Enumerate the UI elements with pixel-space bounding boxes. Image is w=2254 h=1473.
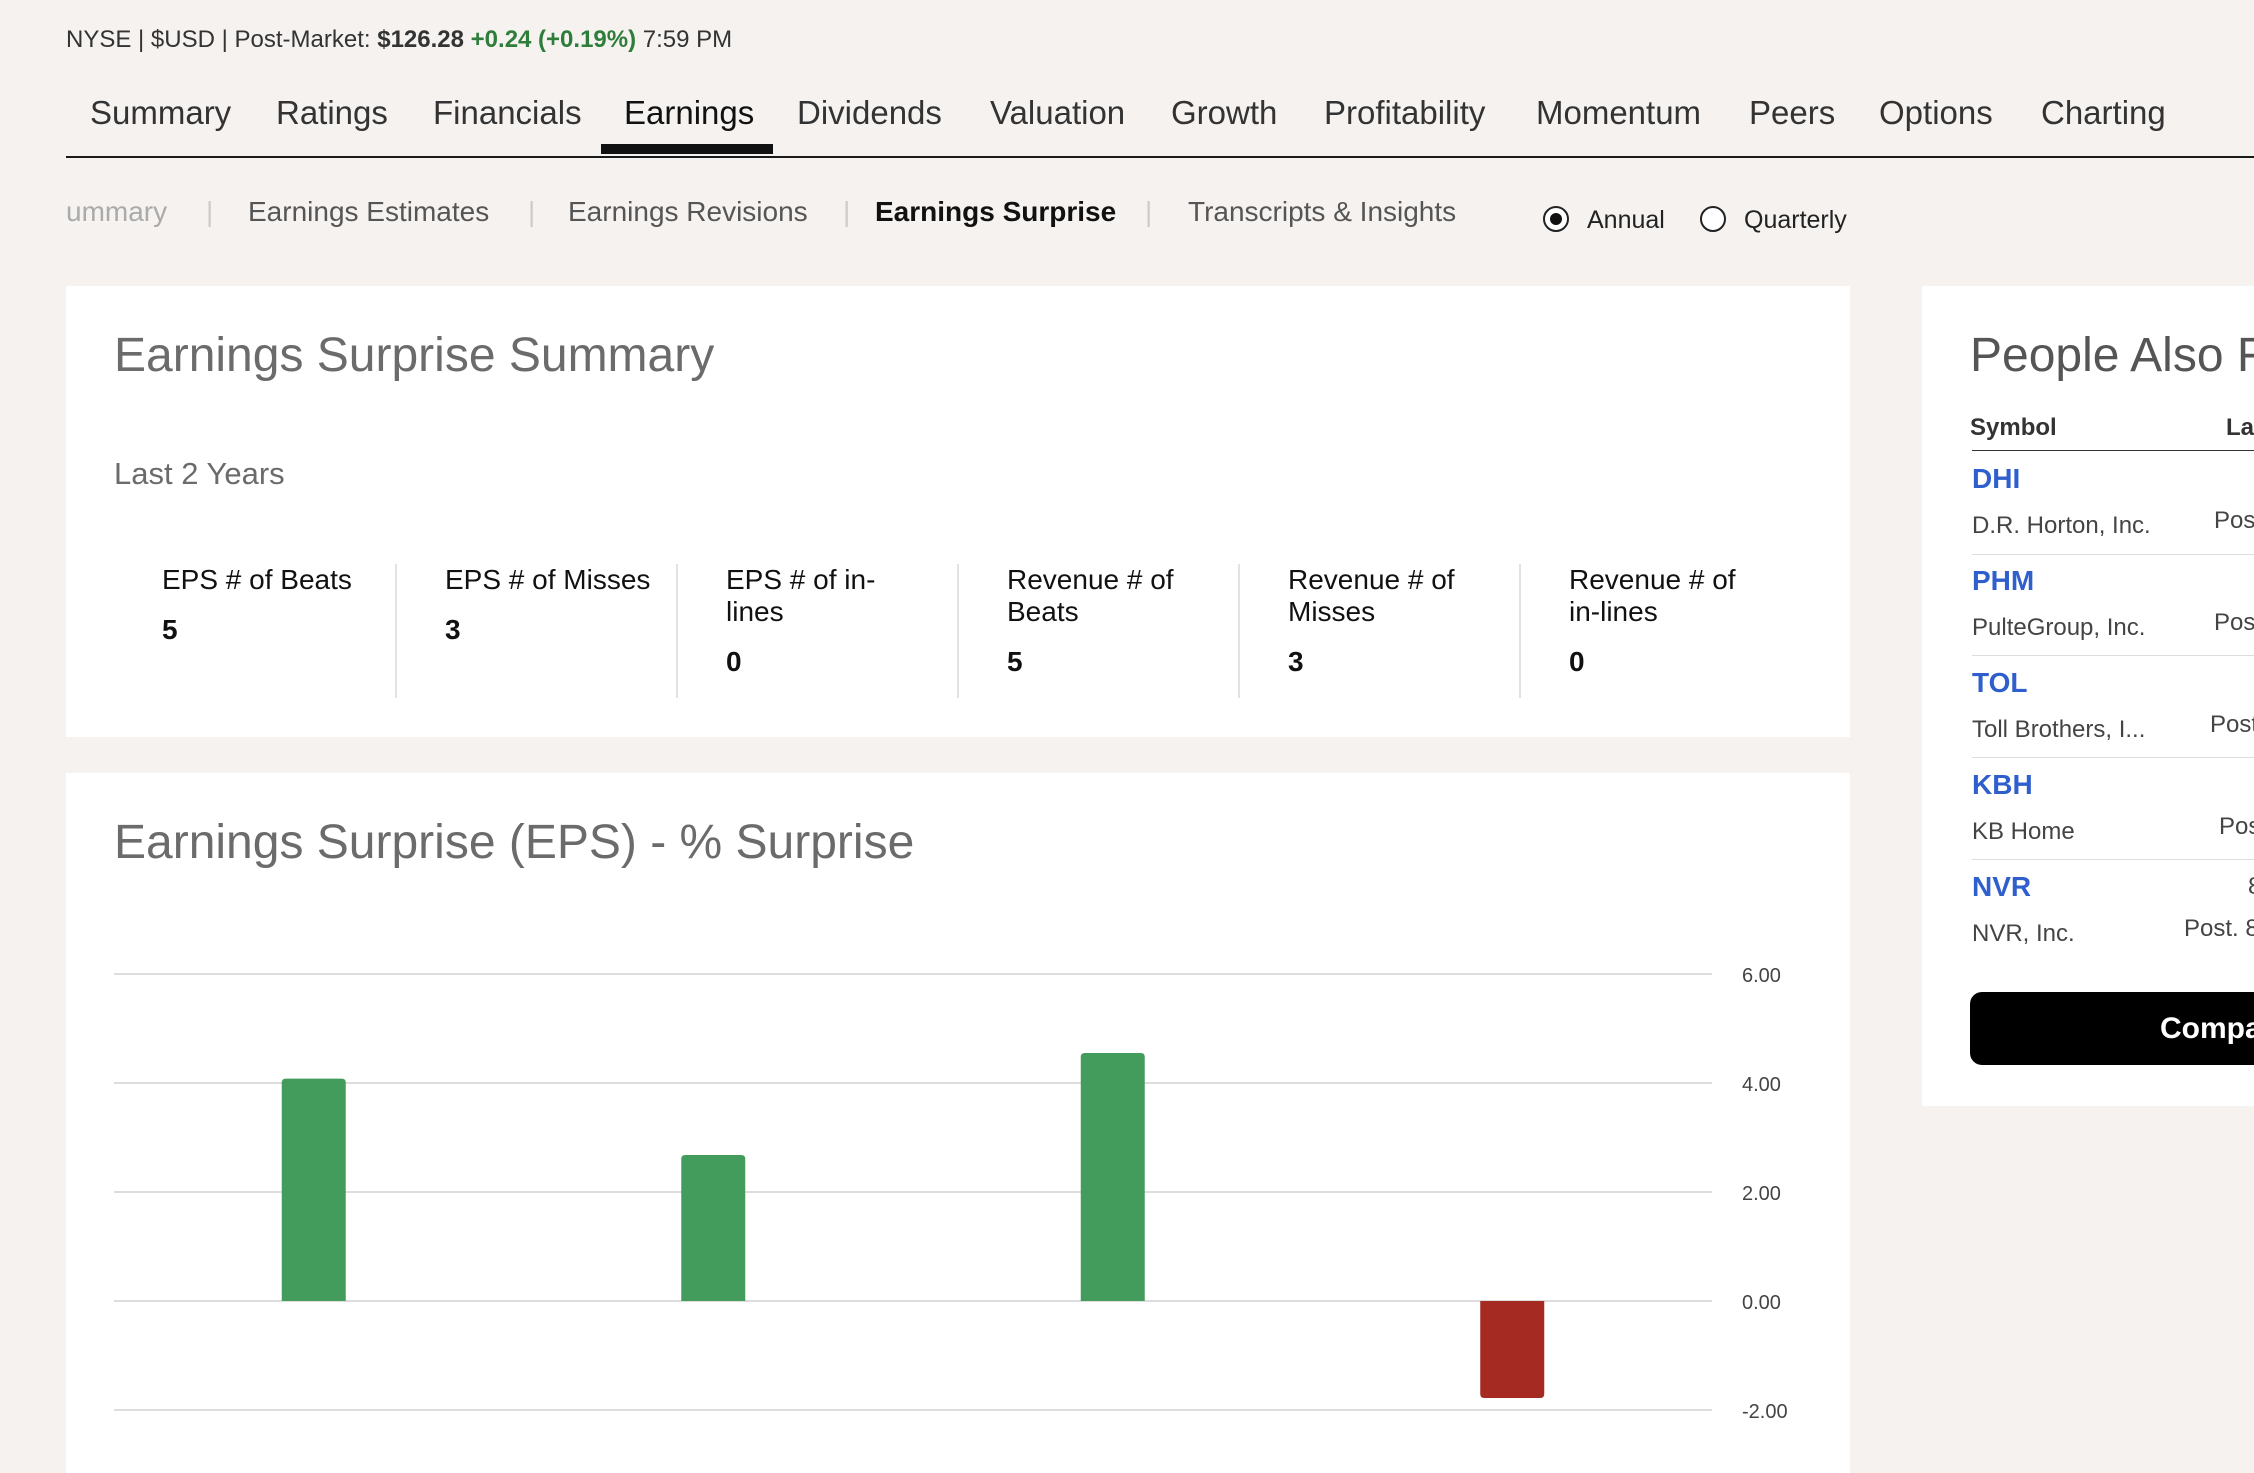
peer-company-name: KB Home	[1972, 818, 2075, 845]
chart-bar[interactable]	[681, 1154, 746, 1301]
peer-symbol-link[interactable]: TOL	[1972, 667, 2027, 699]
chart-bar[interactable]	[281, 1078, 346, 1301]
compare-button-label: Compa	[2160, 1012, 2254, 1045]
peers-col-last: La	[2226, 414, 2254, 441]
peer-company-name: D.R. Horton, Inc.	[1972, 512, 2151, 539]
peer-row-divider	[1972, 757, 2254, 758]
chart-bar[interactable]	[1080, 1053, 1145, 1301]
peer-post-market: Post	[2210, 711, 2254, 738]
tab-charting[interactable]: Charting	[2041, 94, 2166, 132]
peer-symbol-link[interactable]: PHM	[1972, 565, 2034, 597]
chart-bar[interactable]	[1480, 1301, 1545, 1399]
y-tick-label: 2.00	[1742, 1183, 1781, 1205]
peer-post-market: Pos	[2219, 813, 2254, 840]
peer-symbol-link[interactable]: NVR	[1972, 871, 2031, 903]
peer-symbol-link[interactable]: DHI	[1972, 463, 2020, 495]
peer-symbol-link[interactable]: KBH	[1972, 769, 2033, 801]
y-tick-label: -2.00	[1742, 1401, 1788, 1423]
peers-col-symbol: Symbol	[1970, 414, 2057, 441]
peers-panel-title: People Also Fo	[1970, 329, 2254, 382]
peer-company-name: NVR, Inc.	[1972, 920, 2075, 947]
compare-button[interactable]: Compa	[1970, 992, 2254, 1065]
peer-company-name: PulteGroup, Inc.	[1972, 614, 2146, 641]
peer-post-market: Pos	[2214, 507, 2254, 534]
peers-header-divider	[1972, 450, 2254, 451]
peer-post-market: Post. 8	[2184, 915, 2254, 942]
peer-company-name: Toll Brothers, I...	[1972, 716, 2146, 743]
peer-post-market: Pos	[2214, 609, 2254, 636]
y-tick-label: 0.00	[1742, 1292, 1781, 1314]
peer-last-price: 8	[2248, 873, 2254, 901]
eps-surprise-chart: 6.00 4.00 2.00 0.00 -2.00	[114, 965, 1788, 1423]
peer-row-divider	[1972, 655, 2254, 656]
y-tick-label: 6.00	[1742, 965, 1781, 987]
peer-row-divider	[1972, 554, 2254, 555]
tab-options[interactable]: Options	[1879, 94, 1993, 132]
peer-row-divider	[1972, 859, 2254, 860]
y-tick-label: 4.00	[1742, 1074, 1781, 1096]
